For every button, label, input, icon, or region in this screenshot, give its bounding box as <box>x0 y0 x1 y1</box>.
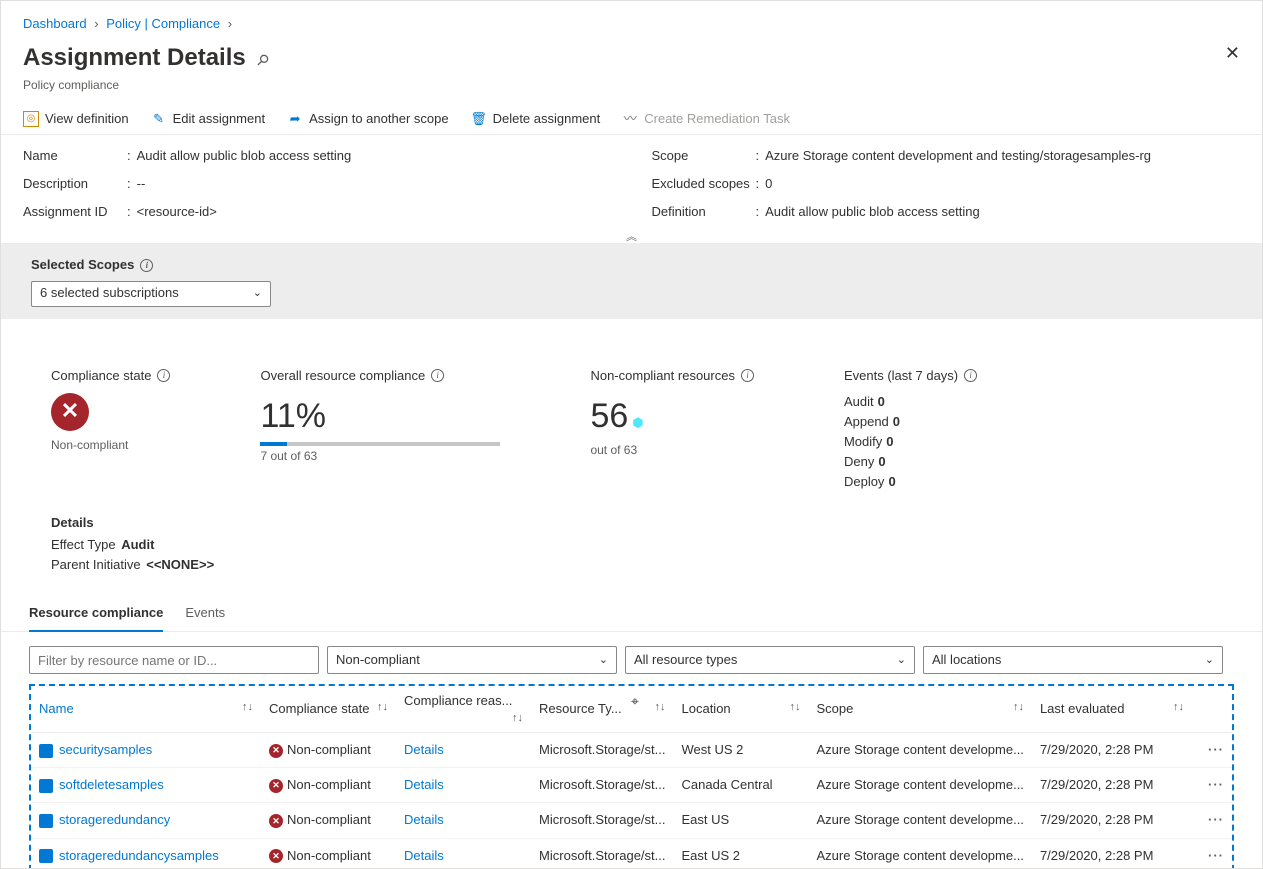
table-row[interactable]: softdeletesamples✕Non-compliantDetailsMi… <box>31 768 1232 803</box>
assignment-id-label: Assignment ID <box>23 203 127 221</box>
row-menu-button[interactable]: ··· <box>1192 732 1232 767</box>
scope-label: Scope <box>652 147 756 165</box>
compliance-filter-select[interactable]: Non-compliant⌄ <box>327 646 617 674</box>
filter-input[interactable] <box>29 646 319 674</box>
noncompliant-icon: ✕ <box>269 779 283 793</box>
resource-icon <box>39 814 53 828</box>
noncompliant-icon: ✕ <box>269 814 283 828</box>
name-label: Name <box>23 147 127 165</box>
row-menu-button[interactable]: ··· <box>1192 803 1232 838</box>
breadcrumb: Dashboard › Policy | Compliance › <box>1 1 1262 37</box>
tabs: Resource compliance Events <box>1 596 1262 632</box>
chevron-down-icon: ⌄ <box>897 653 906 668</box>
trash-icon: 🗑 <box>471 111 487 127</box>
scopes-select[interactable]: 6 selected subscriptions ⌄ <box>31 281 271 307</box>
metadata-panel: Name:Audit allow public blob access sett… <box>1 135 1262 245</box>
col-type[interactable]: Resource Ty...↑↓ <box>531 686 673 732</box>
col-name[interactable]: Name↑↓ <box>31 686 261 732</box>
details-link[interactable]: Details <box>404 777 444 792</box>
resource-link[interactable]: softdeletesamples <box>59 777 164 792</box>
details-link[interactable]: Details <box>404 742 444 757</box>
row-menu-button[interactable]: ··· <box>1192 838 1232 869</box>
cube-icon: ⬢ <box>632 415 643 430</box>
col-evaluated[interactable]: Last evaluated↑↓ <box>1032 686 1192 732</box>
chevron-down-icon: ⌄ <box>599 653 608 668</box>
resource-icon <box>39 779 53 793</box>
noncompliant-badge-icon: ✕ <box>51 393 89 431</box>
arrow-right-icon: ➦ <box>287 111 303 127</box>
info-icon[interactable]: i <box>431 369 444 382</box>
breadcrumb-policy[interactable]: Policy | Compliance <box>106 16 220 31</box>
details-section: Details Effect Type Audit Parent Initiat… <box>1 514 1262 597</box>
overall-compliance-stat: Overall resource compliancei 11% 7 out o… <box>260 367 500 494</box>
tab-events[interactable]: Events <box>185 596 225 631</box>
event-item: Audit0 <box>844 393 977 411</box>
breadcrumb-dashboard[interactable]: Dashboard <box>23 16 87 31</box>
resource-link[interactable]: storageredundancy <box>59 812 170 827</box>
collapse-icon[interactable]: ︽ <box>626 230 637 245</box>
event-item: Deny0 <box>844 453 977 471</box>
col-scope[interactable]: Scope↑↓ <box>809 686 1032 732</box>
scope-value: Azure Storage content development and te… <box>765 147 1151 165</box>
resource-table: ⌖ Name↑↓ Compliance state↑↓ Compliance r… <box>29 684 1234 869</box>
definition-label: Definition <box>652 203 756 221</box>
assignment-id-value: <resource-id> <box>137 203 217 221</box>
page-title: Assignment Details <box>23 41 246 75</box>
pencil-icon: ✎ <box>151 111 167 127</box>
location-filter-select[interactable]: All locations⌄ <box>923 646 1223 674</box>
document-icon: ◎ <box>23 111 39 127</box>
noncompliant-icon: ✕ <box>269 849 283 863</box>
table-row[interactable]: storageredundancy✕Non-compliantDetailsMi… <box>31 803 1232 838</box>
assign-scope-button[interactable]: ➦ Assign to another scope <box>287 110 448 128</box>
compliance-state-stat: Compliance statei ✕ Non-compliant <box>51 367 170 494</box>
chevron-down-icon: ⌄ <box>1205 653 1214 668</box>
chevron-down-icon: ⌄ <box>253 286 262 301</box>
delete-assignment-button[interactable]: 🗑 Delete assignment <box>471 110 601 128</box>
resource-link[interactable]: securitysamples <box>59 742 152 757</box>
info-icon[interactable]: i <box>741 369 754 382</box>
resource-link[interactable]: storageredundancysamples <box>59 848 219 863</box>
close-button[interactable]: ✕ <box>1225 41 1240 66</box>
details-link[interactable]: Details <box>404 848 444 863</box>
excluded-scopes-label: Excluded scopes <box>652 175 756 193</box>
event-item: Modify0 <box>844 433 977 451</box>
col-reason[interactable]: Compliance reas...↑↓ <box>396 686 531 732</box>
description-value: -- <box>137 175 146 193</box>
resource-icon <box>39 744 53 758</box>
events-stat: Events (last 7 days)i Audit0Append0Modif… <box>844 367 977 494</box>
page-subtitle: Policy compliance <box>1 77 1262 104</box>
col-state[interactable]: Compliance state↑↓ <box>261 686 396 732</box>
noncompliant-resources-stat: Non-compliant resourcesi 56⬢ out of 63 <box>590 367 754 494</box>
resource-icon <box>39 849 53 863</box>
definition-value: Audit allow public blob access setting <box>765 203 980 221</box>
event-item: Append0 <box>844 413 977 431</box>
wrench-icon: 〰 <box>622 111 638 127</box>
info-icon[interactable]: i <box>157 369 170 382</box>
noncompliant-icon: ✕ <box>269 744 283 758</box>
table-row[interactable]: storageredundancysamples✕Non-compliantDe… <box>31 838 1232 869</box>
create-remediation-button: 〰 Create Remediation Task <box>622 110 790 128</box>
description-label: Description <box>23 175 127 193</box>
excluded-scopes-value: 0 <box>765 175 772 193</box>
selected-scopes-panel: Selected Scopes i 6 selected subscriptio… <box>1 244 1262 318</box>
details-link[interactable]: Details <box>404 812 444 827</box>
name-value: Audit allow public blob access setting <box>137 147 352 165</box>
event-item: Deploy0 <box>844 473 977 491</box>
resource-type-filter-select[interactable]: All resource types⌄ <box>625 646 915 674</box>
info-icon[interactable]: i <box>964 369 977 382</box>
info-icon[interactable]: i <box>140 259 153 272</box>
edit-assignment-button[interactable]: ✎ Edit assignment <box>151 110 266 128</box>
table-row[interactable]: securitysamples✕Non-compliantDetailsMicr… <box>31 732 1232 767</box>
view-definition-button[interactable]: ◎ View definition <box>23 110 129 128</box>
tab-resource-compliance[interactable]: Resource compliance <box>29 596 163 632</box>
toolbar: ◎ View definition ✎ Edit assignment ➦ As… <box>1 104 1262 135</box>
pin-icon[interactable]: ⚲ <box>252 49 275 72</box>
row-menu-button[interactable]: ··· <box>1192 768 1232 803</box>
col-location[interactable]: Location↑↓ <box>674 686 809 732</box>
selected-scopes-label: Selected Scopes <box>31 256 134 274</box>
